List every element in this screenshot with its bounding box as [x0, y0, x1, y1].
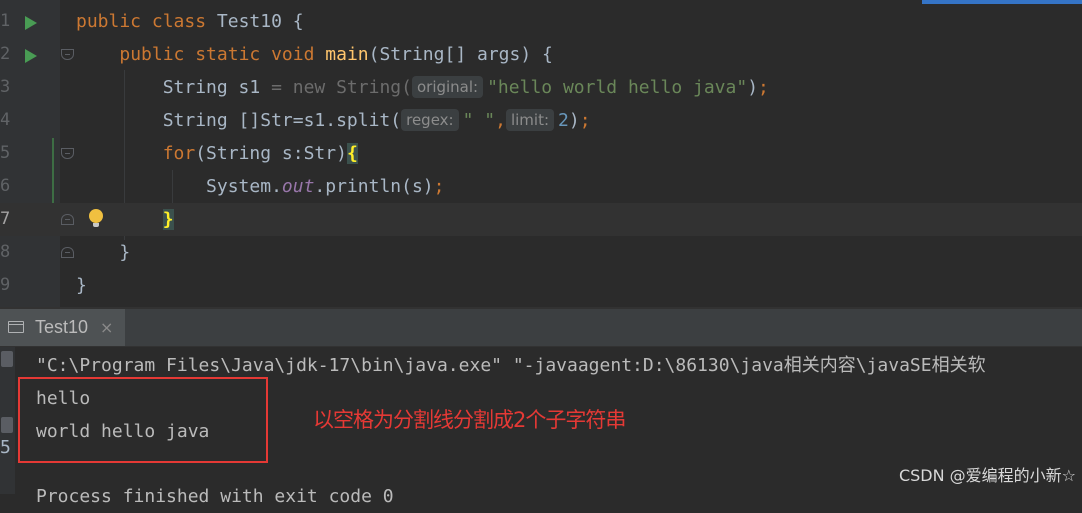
- code-text: }: [76, 203, 174, 236]
- code-text: }: [76, 269, 87, 302]
- code-token: for: [162, 143, 196, 164]
- fold-icon[interactable]: [61, 247, 74, 258]
- parameter-hint: limit:: [505, 109, 555, 131]
- code-token: ;: [579, 110, 591, 131]
- code-token: (String[] args) {: [368, 44, 553, 65]
- code-line[interactable]: 6 System.out.println(s);: [0, 170, 1082, 203]
- close-icon[interactable]: ×: [100, 309, 113, 346]
- code-token: 2: [558, 110, 569, 131]
- code-token: " ": [462, 110, 496, 131]
- rerun-icon[interactable]: [1, 351, 13, 367]
- code-editor[interactable]: 1 public class Test10 {2 public static vo…: [0, 0, 1082, 307]
- code-token: ,: [495, 110, 506, 131]
- code-token: = new String(: [271, 77, 412, 98]
- line-number: 4: [0, 110, 11, 130]
- code-line[interactable]: 1 public class Test10 {: [0, 5, 1082, 38]
- code-line[interactable]: 2 public static void main(String[] args)…: [0, 38, 1082, 71]
- console-icon: [8, 321, 24, 333]
- fold-icon[interactable]: [61, 214, 74, 225]
- code-token: public class: [76, 11, 217, 32]
- run-tool-window-tabbar: Test10 ×: [0, 309, 1082, 347]
- parameter-hint: regex:: [401, 109, 459, 131]
- line-number: 5: [0, 143, 11, 163]
- console-exit-line: Process finished with exit code 0: [36, 486, 394, 507]
- code-token: ): [568, 110, 580, 131]
- annotation-text: 以空格为分割线分割成2个子字符串: [313, 408, 626, 432]
- code-token: ;: [758, 77, 769, 98]
- code-line[interactable]: 8 }: [0, 236, 1082, 269]
- code-token: }: [76, 275, 87, 296]
- line-number: 1: [0, 11, 11, 31]
- code-token: }: [76, 242, 131, 263]
- code-token: System.: [76, 176, 282, 197]
- code-token: ): [747, 77, 759, 98]
- code-token: String []Str=s1.split(: [76, 110, 402, 131]
- gutter-digit: 5: [0, 437, 11, 458]
- code-token: }: [162, 209, 174, 230]
- code-token: {: [346, 143, 358, 164]
- watermark: CSDN @爱编程的小新☆: [898, 466, 1076, 485]
- fold-icon[interactable]: [61, 49, 74, 60]
- code-line[interactable]: 3 String s1 = new String(original: "hello…: [0, 71, 1082, 104]
- code-text: for(String s:Str){: [76, 137, 358, 170]
- run-icon[interactable]: [25, 16, 37, 30]
- code-token: .println(s): [314, 176, 434, 197]
- code-token: ;: [433, 176, 445, 197]
- code-line[interactable]: 4 String []Str=s1.split(regex: " ", limit:…: [0, 104, 1082, 137]
- code-line[interactable]: 9}: [0, 269, 1082, 302]
- line-number: 8: [0, 242, 11, 262]
- code-token: String s1: [76, 77, 272, 98]
- code-text: public class Test10 {: [76, 5, 304, 38]
- run-icon[interactable]: [25, 49, 37, 63]
- code-token: Test10 {: [216, 11, 304, 32]
- code-text: String []Str=s1.split(regex: " ", limit: 2)…: [76, 104, 591, 137]
- settings-icon[interactable]: [1, 417, 13, 433]
- code-text: String s1 = new String(original: "hello w…: [76, 71, 769, 104]
- line-number: 7: [0, 209, 11, 229]
- code-text: System.out.println(s);: [76, 170, 444, 203]
- code-token: "hello world hello java": [487, 77, 748, 98]
- parameter-hint: original:: [411, 76, 484, 98]
- code-text: public static void main(String[] args) {: [76, 38, 553, 71]
- tab-label: Test10: [35, 317, 89, 337]
- tab-test10[interactable]: Test10 ×: [0, 309, 125, 346]
- line-number: 6: [0, 176, 11, 196]
- line-number: 3: [0, 77, 11, 97]
- console-gutter: 5: [0, 347, 15, 494]
- code-token: out: [281, 176, 315, 197]
- code-line[interactable]: 5 for(String s:Str){: [0, 137, 1082, 170]
- code-token: (String s:Str): [195, 143, 347, 164]
- code-token: main: [325, 44, 369, 65]
- output-highlight-box: [18, 377, 268, 463]
- line-number: 9: [0, 275, 11, 295]
- scrollbar-indicator: [922, 0, 1082, 4]
- line-number: 2: [0, 44, 11, 64]
- fold-icon[interactable]: [61, 148, 74, 159]
- code-line[interactable]: 7 }: [0, 203, 1082, 236]
- code-token: public static void: [119, 44, 326, 65]
- code-text: }: [76, 236, 130, 269]
